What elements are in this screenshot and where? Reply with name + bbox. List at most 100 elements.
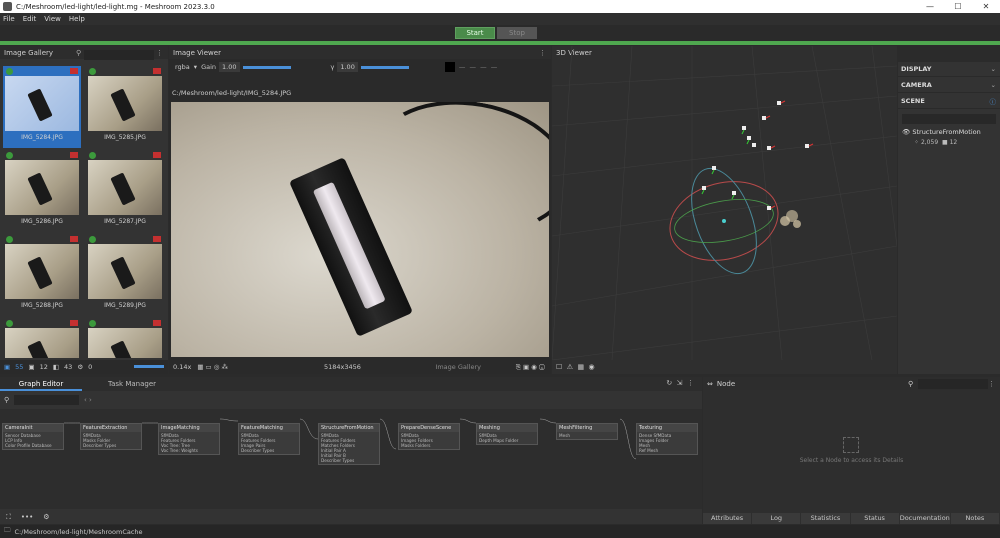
graph-search-input[interactable] <box>14 395 79 405</box>
image-source-select[interactable]: Image Gallery <box>435 363 481 371</box>
gamma-slider[interactable] <box>360 65 409 69</box>
tab-attributes[interactable]: Attributes <box>703 513 752 524</box>
tab-statistics[interactable]: Statistics <box>801 513 850 524</box>
intrinsics-icon[interactable]: ▣ <box>28 363 34 371</box>
valid-icon <box>6 236 13 243</box>
gallery-item[interactable]: IMG_5286.JPG <box>3 150 81 232</box>
gallery-item[interactable] <box>3 318 81 358</box>
cameras-count: 12 <box>949 139 958 146</box>
tab-log[interactable]: Log <box>752 513 801 524</box>
node-title: FeatureMatching <box>239 424 299 432</box>
start-button[interactable]: Start <box>455 27 495 39</box>
node-port[interactable]: Masks Folders <box>401 443 457 448</box>
menu-file[interactable]: File <box>3 15 15 23</box>
tab-documentation[interactable]: Documentation <box>899 513 950 524</box>
scene-node-item[interactable]: 👁 StructureFromMotion <box>902 128 981 136</box>
rejected-icon[interactable]: ⚙ <box>77 363 83 371</box>
node-port[interactable]: Ref Mesh <box>639 448 695 453</box>
camera-icon <box>70 152 78 158</box>
image-display[interactable] <box>171 102 549 357</box>
more-options-icon[interactable]: ⋮ <box>539 49 546 57</box>
node-port[interactable]: Describer Types <box>241 448 297 453</box>
thumbnail-image <box>5 244 79 299</box>
maximize-button[interactable]: ☐ <box>944 2 972 11</box>
node-panel: ⇔ Node ⚲ ⋮ Select a Node to access its D… <box>703 377 1000 524</box>
eye-icon[interactable]: 👁 <box>902 128 910 136</box>
stop-button[interactable]: Stop <box>497 27 537 39</box>
node-port[interactable]: Color Profile Database <box>5 443 61 448</box>
search-icon: ⚲ <box>76 48 82 57</box>
3d-scene[interactable] <box>552 46 897 360</box>
graph-node[interactable]: PrepareDenseScene SfMData Images Folders M… <box>398 423 460 450</box>
camera-icon <box>153 152 161 158</box>
node-search-input[interactable] <box>918 379 988 389</box>
graph-node[interactable]: FeatureExtraction SfMData Masks Folder Des… <box>80 423 142 450</box>
thumbnail-image <box>88 244 162 299</box>
menu-view[interactable]: View <box>44 15 61 23</box>
graph-node[interactable]: CameraInit Sensor Database LCP Info Color … <box>2 423 64 450</box>
gain-slider[interactable] <box>242 65 291 69</box>
image-gallery-panel: Image Gallery ⚲ ⋮ IMG_5284.JPG IMG_5285.… <box>0 46 168 374</box>
gear-icon[interactable]: ⚙ <box>43 513 49 521</box>
graph-canvas[interactable]: CameraInit Sensor Database LCP Info Color … <box>0 409 702 509</box>
menu-help[interactable]: Help <box>69 15 85 23</box>
close-button[interactable]: ✕ <box>972 2 1000 11</box>
camera-icon <box>153 236 161 242</box>
graph-node[interactable]: Meshing SfMData Depth Maps Folder <box>476 423 538 445</box>
node-port[interactable]: Voc Tree: Weights <box>161 448 217 453</box>
node-port[interactable]: Describer Types <box>321 458 377 463</box>
cameras-icon[interactable]: ▣ <box>4 363 10 371</box>
graph-tabs: Graph Editor Task Manager <box>0 377 702 391</box>
viewer-tools-icon[interactable]: ⎘ ▣ ◉ ⓘ <box>516 363 545 372</box>
more-options-icon[interactable]: ⋮ <box>988 380 995 388</box>
fit-icon[interactable]: ▦ ▭ ◎ ⁂ <box>197 363 228 371</box>
menu-edit[interactable]: Edit <box>23 15 37 23</box>
color-values: — — — — <box>458 63 498 71</box>
more-options-icon[interactable]: ⋮ <box>156 49 163 57</box>
folder-icon[interactable]: 🗀 <box>4 526 11 537</box>
graph-node[interactable]: Texturing Dense SfMData Images Folder Mesh… <box>636 423 698 455</box>
minimize-button[interactable]: — <box>916 2 944 11</box>
thumbnail-size-slider[interactable] <box>134 365 164 368</box>
gallery-item[interactable]: IMG_5287.JPG <box>86 150 164 232</box>
tab-status[interactable]: Status <box>850 513 899 524</box>
info-icon[interactable]: ⓘ <box>990 96 997 106</box>
viewer-header: Image Viewer ⋮ <box>169 46 551 59</box>
node-port[interactable]: Describer Types <box>83 443 139 448</box>
graph-tools-icon[interactable]: ↻ ⇲ ⋮ <box>666 379 694 387</box>
graph-node[interactable]: FeatureMatching SfMData Features Folders I… <box>238 423 300 455</box>
gallery-item[interactable]: IMG_5284.JPG <box>3 66 81 148</box>
view-tools-icon[interactable]: ☐ ⚠ ▦ ◉ <box>556 363 595 371</box>
scene-section[interactable]: SCENE ⓘ <box>898 94 1000 109</box>
image-viewer-panel: Image Viewer ⋮ rgba ▾ Gain 1.00 γ 1.00 —… <box>169 46 551 374</box>
display-label: DISPLAY <box>901 65 932 73</box>
node-port[interactable]: Depth Maps Folder <box>479 438 535 443</box>
gallery-item[interactable] <box>86 318 164 358</box>
reconstructed-icon[interactable]: ◧ <box>53 363 59 371</box>
more-icon[interactable]: ••• <box>21 513 33 521</box>
color-swatch <box>444 62 455 72</box>
nav-arrows-icon[interactable]: ‹ › <box>84 396 92 404</box>
camera-section[interactable]: CAMERA ⌄ <box>898 78 1000 93</box>
tab-notes[interactable]: Notes <box>950 513 999 524</box>
graph-node[interactable]: ImageMatching SfMData Features Folders Voc… <box>158 423 220 455</box>
tab-task-manager[interactable]: Task Manager <box>82 377 182 391</box>
display-section[interactable]: DISPLAY ⌄ <box>898 62 1000 77</box>
gamma-input[interactable]: 1.00 <box>337 62 358 72</box>
tab-graph-editor[interactable]: Graph Editor <box>0 377 82 391</box>
node-port[interactable]: Mesh <box>559 433 615 438</box>
channel-select[interactable]: rgba <box>175 63 190 71</box>
graph-node[interactable]: StructureFromMotion SfMData Features Fold… <box>318 423 380 465</box>
gallery-item[interactable]: IMG_5285.JPG <box>86 66 164 148</box>
camera-icon <box>70 236 78 242</box>
gallery-item[interactable]: IMG_5289.JPG <box>86 234 164 316</box>
graph-node[interactable]: MeshFiltering Mesh <box>556 423 618 440</box>
viewer-title: Image Viewer <box>173 48 221 57</box>
points-count: 2,059 <box>920 139 939 146</box>
gain-input[interactable]: 1.00 <box>219 62 240 72</box>
gallery-search-input[interactable] <box>84 50 154 60</box>
thumbnail-image <box>5 328 79 358</box>
gallery-item[interactable]: IMG_5288.JPG <box>3 234 81 316</box>
scene-search-input[interactable] <box>902 114 996 124</box>
fit-view-icon[interactable]: ⛶ <box>6 513 11 522</box>
